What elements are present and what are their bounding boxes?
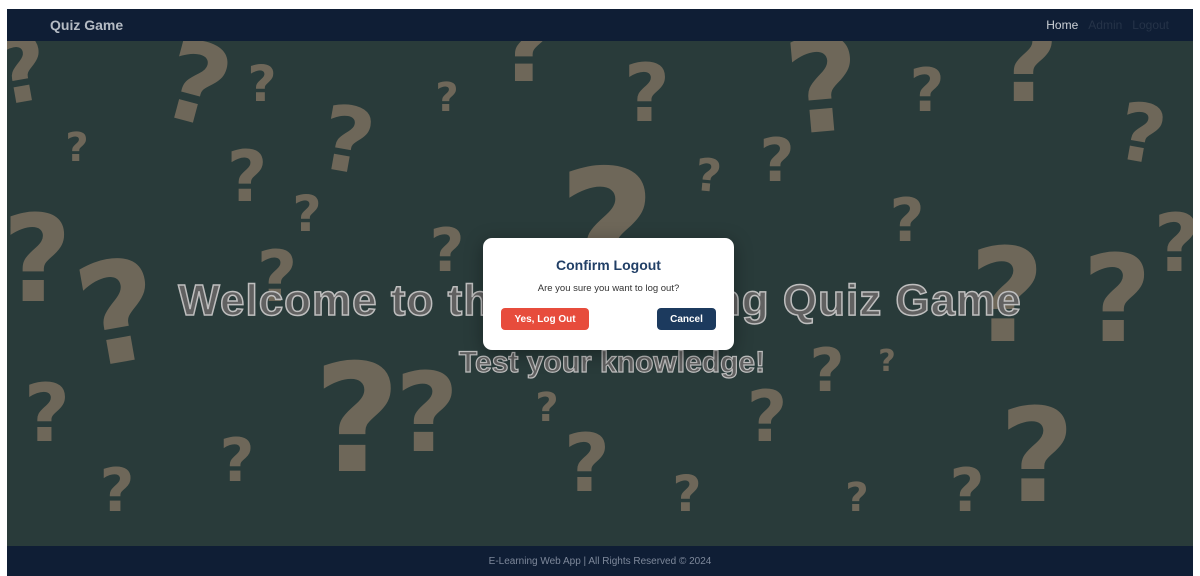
confirm-logout-dialog: Confirm Logout Are you sure you want to …	[483, 238, 734, 350]
cancel-button[interactable]: Cancel	[657, 308, 716, 330]
dialog-message: Are you sure you want to log out?	[537, 283, 680, 294]
app-frame: Quiz Game Home Admin Logout ????????????…	[7, 9, 1193, 576]
dialog-title: Confirm Logout	[556, 257, 661, 273]
confirm-logout-button[interactable]: Yes, Log Out	[501, 308, 589, 330]
